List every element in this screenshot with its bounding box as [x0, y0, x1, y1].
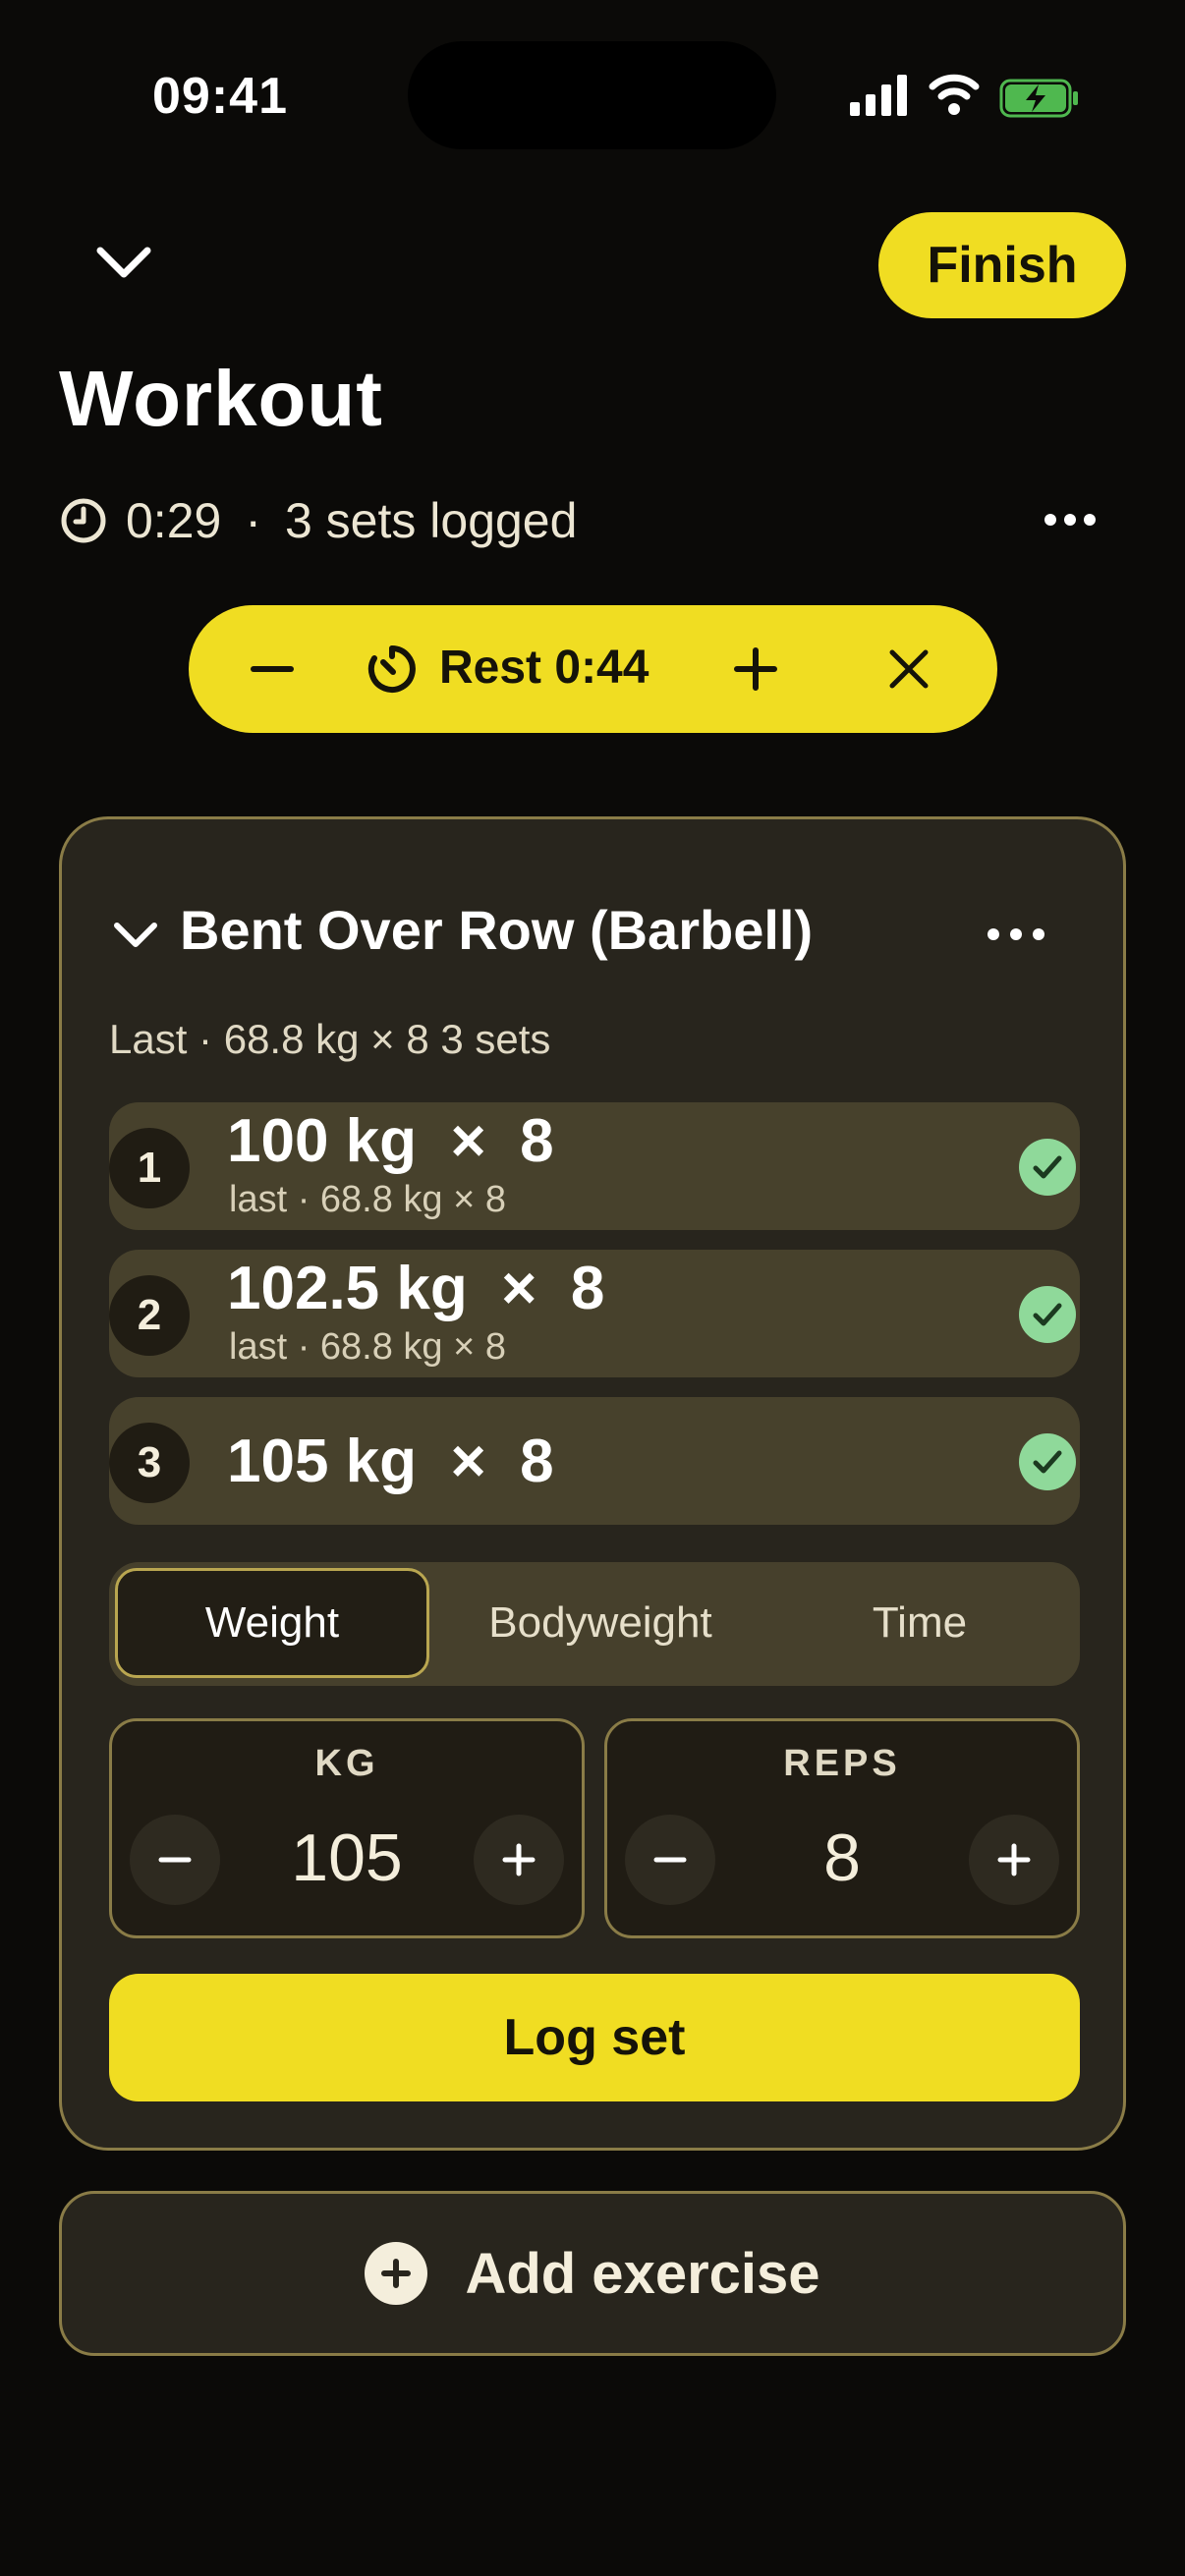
plus-circle-icon: [365, 2242, 428, 2305]
more-options-icon[interactable]: [1044, 503, 1097, 536]
set-previous: last · 68.8 kg × 8: [229, 1326, 506, 1368]
segment-bodyweight[interactable]: Bodyweight: [443, 1568, 758, 1678]
exercise-name: Bent Over Row (Barbell): [180, 899, 814, 961]
check-icon[interactable]: [1019, 1286, 1076, 1343]
exercise-more-icon[interactable]: [986, 920, 1046, 949]
set-type-segmented-control: Weight Bodyweight Time: [109, 1562, 1080, 1686]
chevron-down-icon[interactable]: [94, 241, 153, 285]
collapse-chevron-icon[interactable]: [111, 918, 160, 953]
dynamic-island: [408, 41, 776, 149]
set-number: 2: [109, 1275, 190, 1356]
set-row[interactable]: 3 105 kg × 8: [109, 1397, 1080, 1525]
set-weight-reps: 105 kg × 8: [227, 1428, 554, 1495]
set-number: 3: [109, 1423, 190, 1503]
elapsed-time: 0:29: [126, 493, 222, 548]
rest-minus-icon[interactable]: [248, 644, 297, 694]
status-time: 09:41: [152, 68, 288, 125]
timer-icon: [367, 645, 416, 693]
set-previous: last · 68.8 kg × 8: [229, 1179, 506, 1220]
wifi-icon: [929, 74, 980, 115]
workout-meta: 0:29 · 3 sets logged: [59, 486, 577, 555]
segment-weight[interactable]: Weight: [115, 1568, 429, 1678]
reps-label: REPS: [783, 1743, 901, 1784]
exercise-card: Bent Over Row (Barbell) Last · 68.8 kg ×…: [59, 816, 1126, 2151]
battery-charging-icon: [999, 79, 1078, 118]
segment-time[interactable]: Time: [767, 1568, 1072, 1678]
set-weight-reps: 100 kg × 8: [227, 1107, 554, 1175]
weight-stepper: KG 105: [109, 1718, 585, 1938]
rest-timer-label: Rest 0:44: [439, 642, 649, 694]
weight-unit-label: KG: [314, 1743, 379, 1784]
rest-timer-pill: Rest 0:44: [189, 605, 997, 733]
reps-stepper: REPS 8: [604, 1718, 1080, 1938]
set-number: 1: [109, 1128, 190, 1208]
last-performance: Last · 68.8 kg × 8 3 sets: [109, 1016, 551, 1062]
weight-increment-button[interactable]: [474, 1815, 564, 1905]
page-title: Workout: [59, 355, 383, 442]
close-icon[interactable]: [886, 646, 931, 692]
check-icon[interactable]: [1019, 1433, 1076, 1490]
add-exercise-button[interactable]: Add exercise: [59, 2191, 1126, 2356]
clock-icon: [61, 498, 106, 543]
add-exercise-label: Add exercise: [465, 2241, 820, 2306]
set-row[interactable]: 1 100 kg × 8 last · 68.8 kg × 8: [109, 1102, 1080, 1230]
set-weight-reps: 102.5 kg × 8: [227, 1255, 605, 1322]
cellular-signal-icon: [850, 75, 907, 116]
set-row[interactable]: 2 102.5 kg × 8 last · 68.8 kg × 8: [109, 1250, 1080, 1377]
log-set-button[interactable]: Log set: [109, 1974, 1080, 2101]
meta-separator: ·: [245, 493, 261, 548]
sets-logged: 3 sets logged: [284, 493, 578, 548]
check-icon[interactable]: [1019, 1139, 1076, 1196]
rest-plus-icon[interactable]: [731, 644, 780, 694]
finish-button[interactable]: Finish: [878, 212, 1126, 318]
reps-increment-button[interactable]: [969, 1815, 1059, 1905]
